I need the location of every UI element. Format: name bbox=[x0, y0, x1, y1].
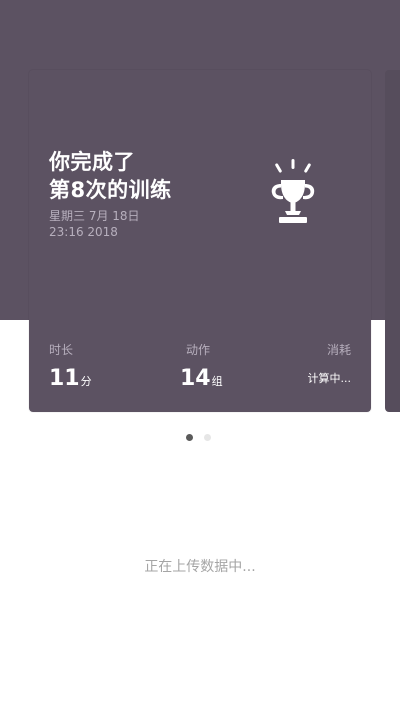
duration-unit: 分 bbox=[80, 375, 92, 388]
actions-value: 14组 bbox=[180, 364, 223, 394]
workout-date-line1: 星期三 7月 18日 bbox=[49, 209, 140, 223]
workout-date-line2: 23:16 2018 bbox=[49, 225, 118, 239]
workout-date: 星期三 7月 18日 23:16 2018 bbox=[49, 208, 140, 240]
page-indicator bbox=[186, 434, 226, 442]
calories-pending: 计算中... bbox=[307, 372, 352, 385]
calories-value: 计算中... bbox=[308, 364, 352, 394]
card-title-line2: 第8次的训练 bbox=[49, 178, 172, 202]
card-title: 你完成了 第8次的训练 bbox=[49, 148, 172, 204]
actions-number: 14 bbox=[180, 366, 211, 391]
actions-label: 动作 bbox=[186, 343, 211, 357]
trophy-icon bbox=[271, 159, 315, 223]
page-dot-active[interactable] bbox=[186, 434, 193, 441]
calories-label: 消耗 bbox=[326, 343, 351, 357]
page-dot-inactive[interactable] bbox=[204, 434, 211, 441]
duration-label: 时长 bbox=[49, 343, 74, 357]
duration-number: 11 bbox=[49, 366, 80, 391]
card-title-line1: 你完成了 bbox=[49, 150, 135, 174]
workout-summary-card[interactable]: 你完成了 第8次的训练 星期三 7月 18日 23:16 2018 时长 11分… bbox=[29, 70, 371, 412]
actions-unit: 组 bbox=[211, 375, 223, 388]
duration-value: 11分 bbox=[49, 364, 92, 394]
upload-status: 正在上传数据中... bbox=[144, 559, 256, 575]
next-card-peek[interactable] bbox=[385, 70, 400, 412]
